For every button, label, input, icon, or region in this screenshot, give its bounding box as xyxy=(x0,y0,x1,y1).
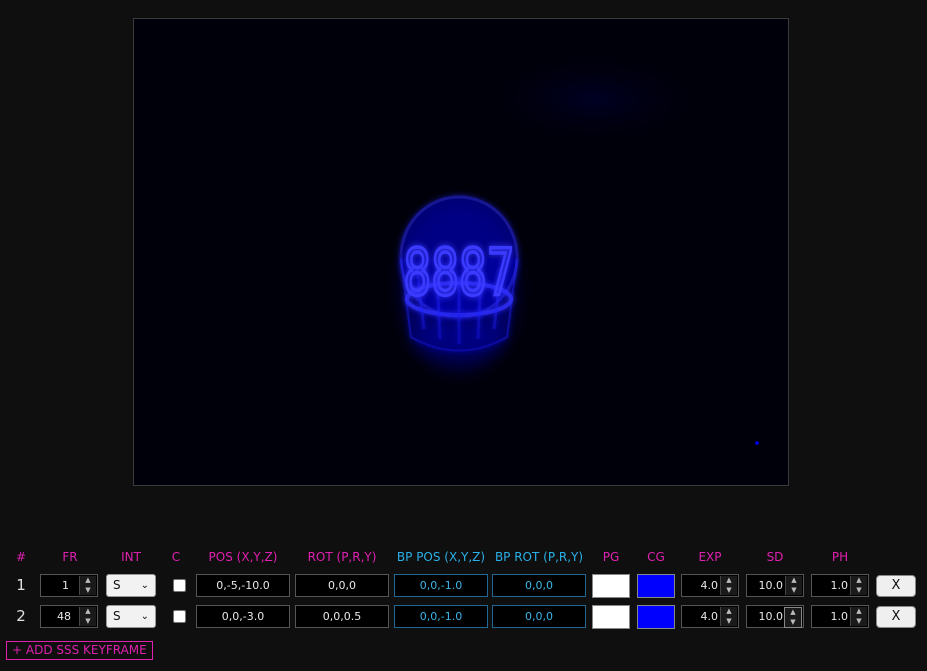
rot-input[interactable]: 0,0,0 xyxy=(295,574,389,597)
exp-input[interactable]: 4.0 ▲ ▼ xyxy=(681,574,739,597)
bp-rot-input[interactable]: 0,0,0 xyxy=(492,574,586,597)
spin-down-icon[interactable]: ▼ xyxy=(785,618,801,627)
viewport-scene: 8887 xyxy=(134,19,788,485)
header-rot: ROT (P,R,Y) xyxy=(307,550,377,564)
delete-keyframe-button[interactable]: X xyxy=(876,606,916,628)
header-index: # xyxy=(15,550,27,564)
spin-down-icon[interactable]: ▼ xyxy=(80,586,96,595)
ph-input[interactable]: 1.0 ▲ ▼ xyxy=(811,605,869,628)
spin-down-icon[interactable]: ▼ xyxy=(721,586,737,595)
render-viewport[interactable]: 8887 xyxy=(133,18,789,486)
pg-color-swatch[interactable] xyxy=(592,605,630,629)
cylinder-text: 8887 xyxy=(403,235,514,310)
ph-spinner[interactable]: ▲ ▼ xyxy=(850,576,867,595)
spin-up-icon[interactable]: ▲ xyxy=(80,607,96,616)
header-bp-rot: BP ROT (P,R,Y) xyxy=(494,550,584,564)
spin-down-icon[interactable]: ▼ xyxy=(721,617,737,626)
sd-spinner[interactable]: ▲ ▼ xyxy=(785,576,802,595)
header-sd: SD xyxy=(766,550,784,564)
spin-down-icon[interactable]: ▼ xyxy=(851,617,867,626)
bp-pos-input[interactable]: 0,0,-1.0 xyxy=(394,605,488,628)
frame-spinner[interactable]: ▲ ▼ xyxy=(79,607,96,626)
header-pos: POS (X,Y,Z) xyxy=(208,550,278,564)
header-pg: PG xyxy=(602,550,620,564)
frame-spinner[interactable]: ▲ ▼ xyxy=(79,576,96,595)
exp-input[interactable]: 4.0 ▲ ▼ xyxy=(681,605,739,628)
header-exp: EXP xyxy=(698,550,722,564)
background-haze xyxy=(454,39,734,159)
interpolation-select[interactable]: S ⌄ xyxy=(106,574,156,597)
keyframe-row: 1 1 ▲ ▼ S ⌄ 0,-5,-10.0 0,0,0 0,0,-1.0 0,0… xyxy=(0,574,927,598)
exp-spinner[interactable]: ▲ ▼ xyxy=(720,607,737,626)
frame-input[interactable]: 48 ▲ ▼ xyxy=(40,605,98,628)
header-fr: FR xyxy=(62,550,78,564)
header-ph: PH xyxy=(831,550,849,564)
distant-light-dot xyxy=(755,441,759,445)
spin-down-icon[interactable]: ▼ xyxy=(80,617,96,626)
exp-spinner[interactable]: ▲ ▼ xyxy=(720,576,737,595)
header-int: INT xyxy=(121,550,141,564)
bp-rot-input[interactable]: 0,0,0 xyxy=(492,605,586,628)
spin-down-icon[interactable]: ▼ xyxy=(786,586,802,595)
spin-down-icon[interactable]: ▼ xyxy=(851,586,867,595)
spin-up-icon[interactable]: ▲ xyxy=(785,608,801,617)
c-checkbox[interactable] xyxy=(173,610,186,623)
keyframe-index: 2 xyxy=(16,607,26,625)
glowing-cylinder: 8887 xyxy=(399,195,519,374)
cg-color-swatch[interactable] xyxy=(637,574,675,598)
pos-input[interactable]: 0,0,-3.0 xyxy=(196,605,290,628)
sd-input[interactable]: 10.0 ▲ ▼ xyxy=(746,605,804,628)
delete-keyframe-button[interactable]: X xyxy=(876,575,916,597)
cg-color-swatch[interactable] xyxy=(637,605,675,629)
spin-up-icon[interactable]: ▲ xyxy=(721,607,737,616)
keyframe-row: 2 48 ▲ ▼ S ⌄ 0,0,-3.0 0,0,0.5 0,0,-1.0 0,… xyxy=(0,605,927,629)
chevron-down-icon: ⌄ xyxy=(140,580,149,591)
ph-spinner[interactable]: ▲ ▼ xyxy=(850,607,867,626)
add-keyframe-button[interactable]: + ADD SSS KEYFRAME xyxy=(6,641,153,660)
keyframe-table-header: # FR INT C POS (X,Y,Z) ROT (P,R,Y) BP PO… xyxy=(0,550,927,568)
c-checkbox[interactable] xyxy=(173,579,186,592)
keyframe-index: 1 xyxy=(16,576,26,594)
spin-up-icon[interactable]: ▲ xyxy=(80,576,96,585)
chevron-down-icon: ⌄ xyxy=(140,611,149,622)
bp-pos-input[interactable]: 0,0,-1.0 xyxy=(394,574,488,597)
header-bp-pos: BP POS (X,Y,Z) xyxy=(396,550,486,564)
spin-up-icon[interactable]: ▲ xyxy=(851,607,867,616)
header-cg: CG xyxy=(647,550,665,564)
sd-input[interactable]: 10.0 ▲ ▼ xyxy=(746,574,804,597)
interpolation-select[interactable]: S ⌄ xyxy=(106,605,156,628)
pos-input[interactable]: 0,-5,-10.0 xyxy=(196,574,290,597)
sd-spinner[interactable]: ▲ ▼ xyxy=(784,607,802,628)
pg-color-swatch[interactable] xyxy=(592,574,630,598)
spin-up-icon[interactable]: ▲ xyxy=(851,576,867,585)
ph-input[interactable]: 1.0 ▲ ▼ xyxy=(811,574,869,597)
frame-input[interactable]: 1 ▲ ▼ xyxy=(40,574,98,597)
spin-up-icon[interactable]: ▲ xyxy=(721,576,737,585)
rot-input[interactable]: 0,0,0.5 xyxy=(295,605,389,628)
spin-up-icon[interactable]: ▲ xyxy=(786,576,802,585)
header-c: C xyxy=(171,550,181,564)
